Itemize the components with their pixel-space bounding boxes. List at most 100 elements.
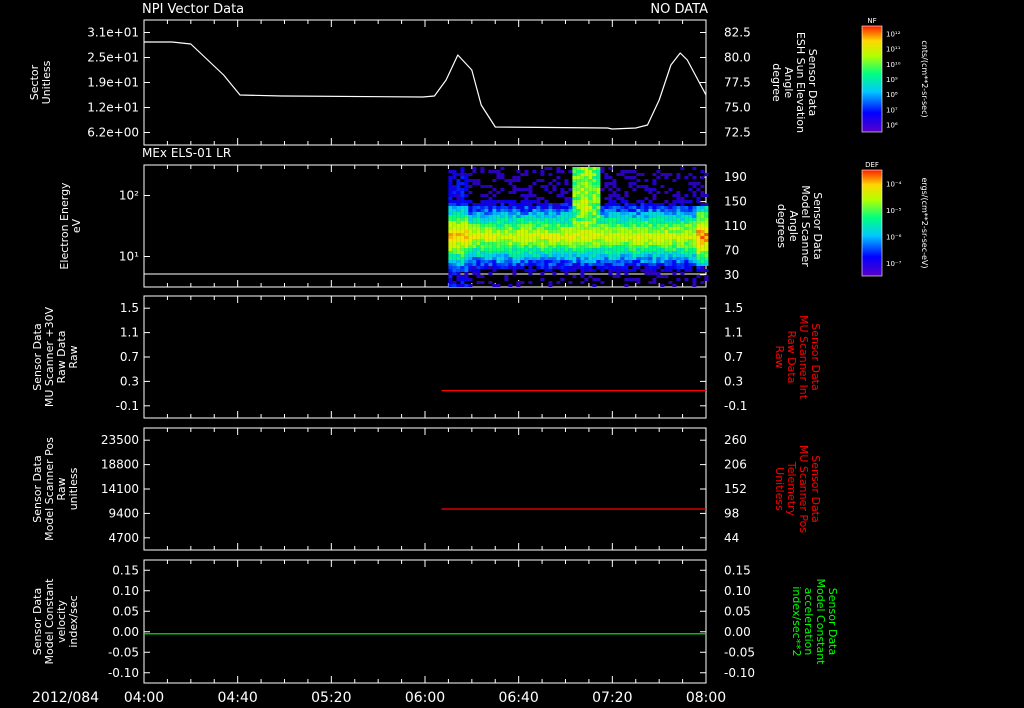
spectrogram-cell (572, 257, 577, 260)
spectrogram-cell (668, 263, 673, 266)
left-axis-label-line: Raw (67, 345, 80, 368)
spectrogram-cell (600, 209, 605, 212)
spectrogram-cell (456, 191, 461, 194)
spectrogram-cell (468, 224, 473, 227)
spectrogram-cell (512, 245, 517, 248)
spectrogram-cell (620, 227, 625, 230)
spectrogram-cell (448, 188, 453, 191)
spectrogram-cell (616, 239, 621, 242)
spectrogram-cell (448, 182, 453, 185)
spectrogram-cell (488, 248, 493, 251)
spectrogram-cell (624, 257, 629, 260)
spectrogram-cell (524, 194, 529, 197)
spectrogram-cell (448, 266, 453, 269)
spectrogram-cell (656, 233, 661, 236)
spectrogram-cell (568, 239, 573, 242)
spectrogram-cell (488, 266, 493, 269)
spectrogram-cell (540, 266, 545, 269)
spectrogram-cell (512, 191, 517, 194)
spectrogram-cell (624, 248, 629, 251)
spectrogram-cell (556, 227, 561, 230)
spectrogram-cell (548, 233, 553, 236)
spectrogram-cell (620, 200, 625, 203)
spectrogram-cell (692, 218, 697, 221)
spectrogram-cell (656, 224, 661, 227)
spectrogram-cell (696, 251, 701, 254)
spectrogram-cell (692, 185, 697, 188)
right-axis-label-line: Unitless (773, 467, 786, 511)
spectrogram-cell (596, 182, 601, 185)
spectrogram-cell (664, 248, 669, 251)
spectrogram-cell (668, 209, 673, 212)
spectrogram-cell (480, 236, 485, 239)
spectrogram-cell (684, 278, 689, 281)
spectrogram-cell (664, 266, 669, 269)
spectrogram-cell (652, 266, 657, 269)
spectrogram-cell (668, 233, 673, 236)
spectrogram-cell (524, 203, 529, 206)
spectrogram-cell (448, 218, 453, 221)
spectrogram-cell (616, 194, 621, 197)
panel2-title: MEx ELS-01 LR (142, 146, 231, 160)
colorbar-tick-label: 10⁶ (886, 121, 898, 129)
spectrogram-cell (452, 206, 457, 209)
spectrogram-cell (600, 251, 605, 254)
spectrogram-cell (476, 203, 481, 206)
y2-tick-label: 206 (724, 458, 747, 472)
spectrogram-cell (604, 236, 609, 239)
y2-tick-label: -0.10 (724, 666, 755, 680)
spectrogram-cell (664, 230, 669, 233)
colorbar-unit-text: ergs/(cm**2-sr-sec-eV) (920, 177, 929, 268)
spectrogram-cell (488, 233, 493, 236)
spectrogram-cell (476, 227, 481, 230)
spectrogram-cell (512, 236, 517, 239)
spectrogram-cell (508, 233, 513, 236)
spectrogram-cell (448, 260, 453, 263)
spectrogram-cell (580, 275, 585, 278)
spectrogram-cell (524, 269, 529, 272)
spectrogram-cell (652, 236, 657, 239)
spectrogram-cell (572, 254, 577, 257)
spectrogram-cell (516, 254, 521, 257)
spectrogram-cell (580, 188, 585, 191)
spectrogram-cell (616, 254, 621, 257)
spectrogram-cell (488, 254, 493, 257)
spectrogram-cell (584, 257, 589, 260)
spectrogram-cell (684, 218, 689, 221)
spectrogram-cell (660, 233, 665, 236)
spectrogram-cell (532, 215, 537, 218)
spectrogram-cell (452, 281, 457, 284)
spectrogram-cell (460, 248, 465, 251)
spectrogram-cell (536, 242, 541, 245)
spectrogram-cell (612, 182, 617, 185)
spectrogram-cell (592, 236, 597, 239)
spectrogram-cell (620, 212, 625, 215)
spectrogram-cell (552, 185, 557, 188)
spectrogram-cell (704, 239, 709, 242)
spectrogram-cell (488, 221, 493, 224)
spectrogram-cell (612, 245, 617, 248)
spectrogram-cell (656, 230, 661, 233)
spectrogram-cell (492, 230, 497, 233)
spectrogram-cell (584, 194, 589, 197)
spectrogram-cell (468, 227, 473, 230)
spectrogram-cell (524, 188, 529, 191)
spectrogram-cell (620, 224, 625, 227)
spectrogram-cell (548, 269, 553, 272)
spectrogram-cell (604, 224, 609, 227)
spectrogram-cell (616, 230, 621, 233)
spectrogram-cell (532, 170, 537, 173)
spectrogram-cell (512, 260, 517, 263)
spectrogram-cell (508, 179, 513, 182)
spectrogram-cell (528, 215, 533, 218)
spectrogram-cell (644, 266, 649, 269)
spectrogram-cell (488, 191, 493, 194)
spectrogram-cell (468, 173, 473, 176)
spectrogram-cell (588, 260, 593, 263)
spectrogram-cell (632, 170, 637, 173)
spectrogram-cell (576, 248, 581, 251)
spectrogram-cell (472, 170, 477, 173)
spectrogram-cell (644, 185, 649, 188)
spectrogram-cell (632, 239, 637, 242)
spectrogram-cell (468, 260, 473, 263)
